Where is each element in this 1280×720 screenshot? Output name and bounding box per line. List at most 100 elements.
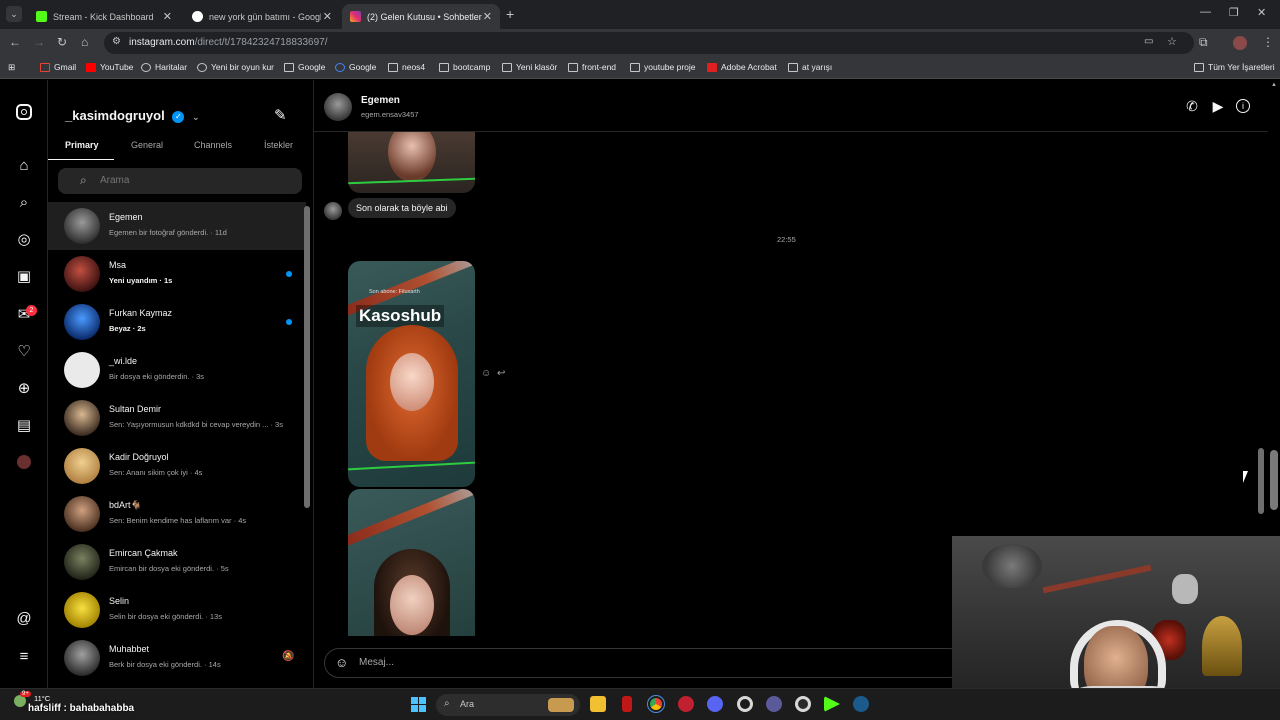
- settings-icon[interactable]: [737, 696, 753, 712]
- apps-icon[interactable]: ⊞: [8, 62, 15, 73]
- taskbar-search[interactable]: ⌕ Ara: [436, 694, 580, 716]
- tab-channels[interactable]: Channels: [194, 140, 232, 150]
- reload-icon[interactable]: ↻: [57, 35, 67, 49]
- chevron-down-icon: ⌄: [191, 112, 200, 122]
- tab-requests[interactable]: İstekler: [264, 140, 293, 150]
- tab-general[interactable]: General: [131, 140, 163, 150]
- obs-icon[interactable]: [795, 696, 811, 712]
- bookmark-youtube-proje[interactable]: youtube proje: [630, 62, 696, 72]
- close-tab-icon[interactable]: ✕: [483, 10, 492, 23]
- file-explorer-icon[interactable]: [590, 696, 606, 712]
- emoji-icon[interactable]: ☺: [335, 655, 348, 670]
- phone-icon[interactable]: ✆: [1183, 97, 1201, 115]
- forward-icon[interactable]: →: [33, 35, 45, 49]
- scroll-up-arrow-icon[interactable]: ▲: [1271, 82, 1277, 88]
- photo-message[interactable]: Son abone: Filuxarth Kasoshub: [348, 261, 475, 487]
- bookmark-maps[interactable]: Haritalar: [141, 62, 187, 72]
- bookmark-neos4[interactable]: neos4: [388, 62, 425, 72]
- search-box[interactable]: ⌕: [58, 168, 302, 194]
- bookmark-adobe[interactable]: Adobe Acrobat: [707, 62, 777, 72]
- profile-icon[interactable]: [17, 455, 31, 469]
- conversation-emircan[interactable]: Emircan Çakmak Emircan bir dosya eki gön…: [48, 538, 306, 586]
- restore-icon[interactable]: ❐: [1229, 6, 1239, 19]
- home-icon[interactable]: ⌂: [81, 35, 88, 49]
- conversation-egemen[interactable]: Egemen Egemen bir fotoğraf gönderdi. · 1…: [48, 202, 306, 250]
- discord-icon[interactable]: [707, 696, 723, 712]
- bookmark-front-end[interactable]: front-end: [568, 62, 616, 72]
- conversation-muhabbet[interactable]: Muhabbet Berk bir dosya eki gönderdi. · …: [48, 634, 306, 682]
- google-favicon-icon: [192, 11, 203, 22]
- heart-icon[interactable]: ♡: [15, 343, 33, 361]
- reels-icon[interactable]: ▣: [15, 268, 33, 286]
- back-icon[interactable]: ←: [9, 35, 21, 49]
- chrome-icon[interactable]: [647, 695, 665, 713]
- conversation-wilde[interactable]: _wi.lde Bir dosya eki gönderdin. · 3s: [48, 346, 306, 394]
- cast-icon[interactable]: ▭: [1144, 36, 1153, 47]
- bookmark-gmail[interactable]: Gmail: [40, 62, 76, 72]
- reply-icon[interactable]: ↩: [497, 368, 505, 379]
- chat-contact-name[interactable]: Egemen: [361, 95, 400, 106]
- extensions-icon[interactable]: ⧉: [1199, 35, 1208, 50]
- conversation-furkan[interactable]: Furkan Kaymaz Beyaz · 2s: [48, 298, 306, 346]
- info-icon[interactable]: i: [1236, 99, 1250, 113]
- bookmark-youtube[interactable]: YouTube: [86, 62, 133, 72]
- site-info-icon[interactable]: ⚙: [112, 36, 121, 47]
- tab-instagram[interactable]: (2) Gelen Kutusu • Sohbetler ✕: [342, 4, 500, 29]
- video-icon[interactable]: ▶: [1209, 97, 1227, 115]
- start-button[interactable]: [411, 697, 426, 712]
- explore-icon[interactable]: ◎: [15, 231, 33, 249]
- message-bubble[interactable]: Son olarak ta böyle abi: [348, 198, 456, 218]
- page-scrollbar[interactable]: ▲: [1268, 80, 1280, 536]
- face-shape: [390, 353, 434, 411]
- tab-search-button[interactable]: ⌄: [6, 6, 22, 22]
- conversation-sultan[interactable]: Sultan Demir Sen: Yaşıyormusun kdkdkd bi…: [48, 394, 306, 442]
- close-tab-icon[interactable]: ✕: [163, 10, 172, 23]
- tab-google[interactable]: new york gün batımı - Google'da ✕: [184, 4, 340, 29]
- instagram-icon[interactable]: [16, 104, 32, 120]
- threads-icon[interactable]: @: [15, 610, 33, 628]
- acrobat-icon[interactable]: [622, 696, 632, 712]
- message-composer[interactable]: ☺: [324, 648, 964, 678]
- menu-icon[interactable]: ≡: [15, 648, 33, 666]
- compose-icon[interactable]: ✎: [274, 106, 287, 124]
- react-icon[interactable]: ☺: [481, 368, 491, 379]
- bookmark-bootcamp[interactable]: bootcamp: [439, 62, 490, 72]
- kick-icon[interactable]: [824, 696, 840, 712]
- account-switcher[interactable]: _kasimdogruyol ✓ ⌄: [65, 108, 200, 123]
- inbox-scrollbar[interactable]: [304, 206, 310, 508]
- steam-icon[interactable]: [853, 696, 869, 712]
- bookmark-google[interactable]: Google: [335, 62, 376, 72]
- photo-message-next[interactable]: [348, 489, 475, 636]
- close-tab-icon[interactable]: ✕: [323, 10, 332, 23]
- chat-avatar[interactable]: [324, 93, 352, 121]
- new-tab-button[interactable]: +: [506, 6, 514, 22]
- app-icon[interactable]: [766, 696, 782, 712]
- tab-kick[interactable]: Stream - Kick Dashboard ✕: [28, 4, 180, 29]
- scrollbar-thumb[interactable]: [1270, 450, 1278, 510]
- dashboard-icon[interactable]: ▤: [15, 417, 33, 435]
- conversation-kadir[interactable]: Kadir Doğruyol Sen: Ananı sikim çok iyi …: [48, 442, 306, 490]
- all-bookmarks[interactable]: Tüm Yer İşaretleri: [1194, 62, 1275, 72]
- tab-primary[interactable]: Primary: [65, 140, 99, 150]
- conversation-msa[interactable]: Msa Yeni uyandım · 1s: [48, 250, 306, 298]
- search-input[interactable]: [100, 175, 280, 186]
- bookmark-at-yarisi[interactable]: at yarışı: [788, 62, 832, 72]
- bookmark-yeni-klasor[interactable]: Yeni klasör: [502, 62, 557, 72]
- chat-scrollbar[interactable]: [1258, 448, 1264, 514]
- conversation-bdart[interactable]: bdArt🐐 Sen: Benim kendime has laflarım v…: [48, 490, 306, 538]
- home-icon[interactable]: ⌂: [15, 157, 33, 175]
- conversation-selin[interactable]: Selin Selin bir dosya eki gönderdi. · 13…: [48, 586, 306, 634]
- search-icon[interactable]: ⌕: [15, 194, 33, 212]
- minimize-icon[interactable]: —: [1200, 6, 1211, 18]
- photo-message-previous[interactable]: [348, 132, 475, 193]
- bookmark-star-icon[interactable]: ☆: [1167, 35, 1177, 48]
- profile-avatar[interactable]: [1233, 36, 1247, 50]
- bookmark-folder-google[interactable]: Google: [284, 62, 325, 72]
- bookmark-new-game[interactable]: Yeni bir oyun kur: [197, 62, 274, 72]
- create-icon[interactable]: ⊕: [15, 380, 33, 398]
- more-menu-icon[interactable]: ⋮: [1262, 35, 1274, 49]
- red-app-icon[interactable]: [678, 696, 694, 712]
- address-bar[interactable]: ⚙ instagram.com/direct/t/178423247188336…: [104, 32, 1194, 54]
- close-window-icon[interactable]: ✕: [1257, 6, 1266, 19]
- message-input[interactable]: [359, 657, 859, 668]
